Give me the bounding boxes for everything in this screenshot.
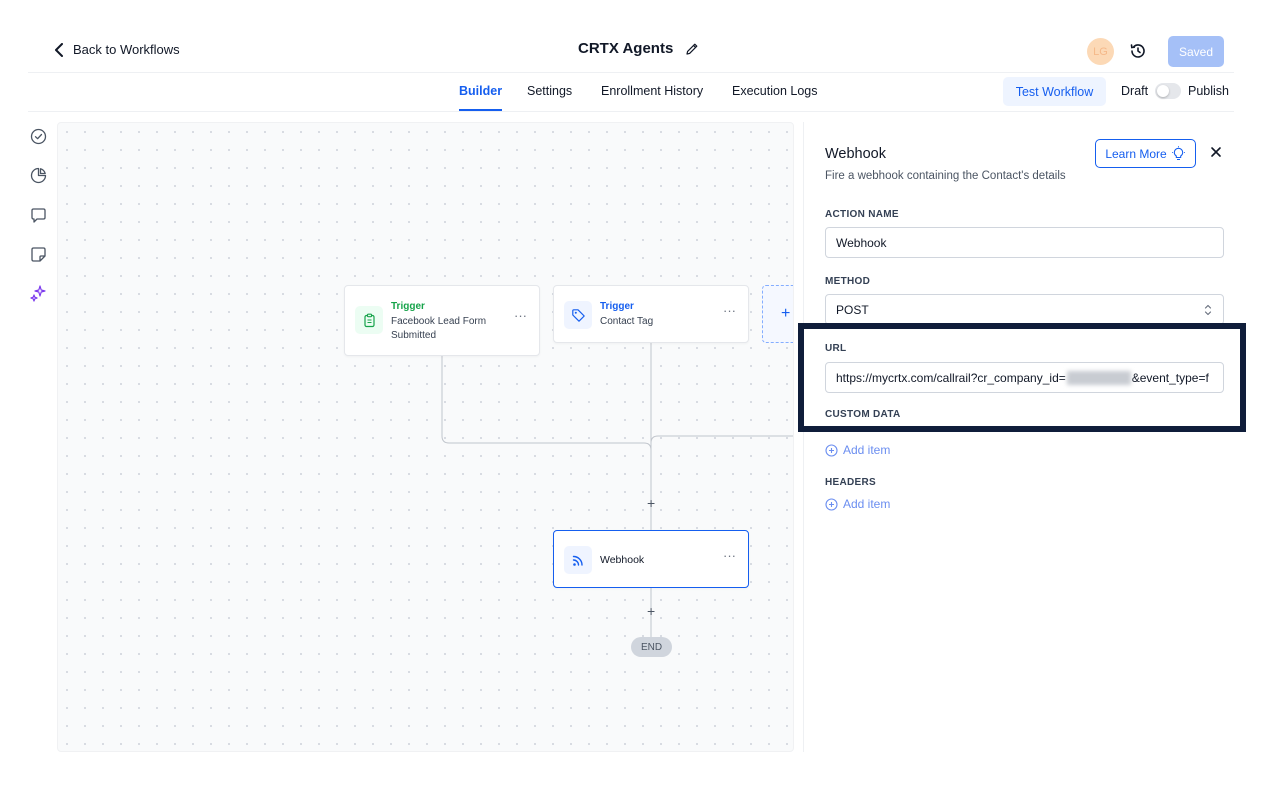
url-label: URL [825, 343, 847, 354]
action-node-webhook[interactable]: Webhook ··· [553, 530, 749, 588]
method-select[interactable]: POST [825, 294, 1224, 325]
clipboard-icon [355, 306, 383, 334]
custom-data-add-item-button[interactable]: Add item [825, 443, 890, 457]
add-step-plus-icon[interactable]: + [647, 603, 655, 619]
action-name-input[interactable]: Webhook [825, 227, 1224, 258]
sticky-note-icon[interactable] [30, 246, 47, 263]
back-to-workflows-link[interactable]: Back to Workflows [53, 42, 180, 57]
tab-settings[interactable]: Settings [527, 84, 572, 98]
headers-add-item-button[interactable]: Add item [825, 497, 890, 511]
message-icon[interactable] [30, 207, 47, 224]
trigger-node-contact-tag[interactable]: Trigger Contact Tag ··· [553, 285, 749, 343]
connector-lines [441, 343, 793, 637]
plus-circle-icon [825, 443, 838, 457]
more-options-icon[interactable]: ··· [723, 303, 736, 318]
tabs-bar: Builder Settings Enrollment History Exec… [28, 73, 1234, 112]
add-step-plus-icon[interactable]: + [647, 495, 655, 511]
panel-subtitle: Fire a webhook containing the Contact's … [825, 170, 1066, 182]
edit-pencil-icon[interactable] [685, 42, 699, 56]
method-value: POST [836, 302, 869, 317]
url-prefix-text: https://mycrtx.com/callrail?cr_company_i… [836, 370, 1066, 385]
add-item-label: Add item [843, 497, 891, 511]
more-options-icon[interactable]: ··· [514, 308, 527, 323]
url-input[interactable]: https://mycrtx.com/callrail?cr_company_i… [825, 362, 1224, 393]
back-label: Back to Workflows [73, 42, 180, 57]
panel-title: Webhook [825, 146, 886, 162]
redacted-company-id [1066, 370, 1131, 385]
add-item-label: Add item [843, 443, 891, 457]
trigger-node-facebook-lead-form[interactable]: Trigger Facebook Lead Form Submitted ··· [344, 285, 540, 356]
saved-button[interactable]: Saved [1168, 36, 1224, 67]
trigger-kind-label: Trigger [391, 301, 425, 312]
publish-toggle[interactable] [1155, 83, 1181, 99]
rss-icon [564, 546, 592, 574]
url-suffix-text: &event_type=f [1131, 370, 1209, 385]
more-options-icon[interactable]: ··· [723, 548, 736, 563]
workflow-title-group: CRTX Agents [578, 40, 699, 57]
add-trigger-button[interactable]: + [762, 285, 793, 343]
action-label: Webhook [600, 554, 645, 566]
learn-more-label: Learn More [1105, 146, 1167, 161]
end-marker: END [631, 637, 672, 657]
publish-label: Publish [1188, 84, 1229, 98]
top-bar: Back to Workflows CRTX Agents LG Saved [28, 28, 1234, 73]
tab-enrollment-history[interactable]: Enrollment History [601, 84, 703, 98]
action-name-label: ACTION NAME [825, 209, 899, 220]
workflow-title: CRTX Agents [578, 40, 674, 57]
history-icon[interactable] [1129, 42, 1147, 60]
headers-label: HEADERS [825, 477, 876, 488]
lightbulb-icon [1171, 146, 1185, 161]
chevron-left-icon [55, 42, 63, 57]
plus-circle-icon [825, 497, 838, 511]
pie-chart-icon[interactable] [30, 167, 47, 184]
draft-label: Draft [1121, 84, 1149, 98]
method-label: METHOD [825, 276, 871, 287]
chevron-up-down-icon [1204, 304, 1212, 316]
close-icon[interactable] [1210, 146, 1222, 158]
user-avatar[interactable]: LG [1087, 38, 1114, 65]
tag-icon [564, 301, 592, 329]
trigger-kind-label: Trigger [600, 301, 634, 312]
check-circle-icon[interactable] [30, 128, 47, 145]
trigger-description: Facebook Lead Form Submitted [391, 316, 487, 341]
tab-execution-logs[interactable]: Execution Logs [732, 84, 817, 98]
custom-data-label: CUSTOM DATA [825, 409, 901, 420]
action-config-panel: Webhook Fire a webhook containing the Co… [803, 122, 1233, 752]
tab-builder[interactable]: Builder [459, 84, 503, 111]
trigger-description: Contact Tag [600, 316, 654, 327]
learn-more-button[interactable]: Learn More [1095, 139, 1196, 168]
workflow-canvas[interactable]: Trigger Facebook Lead Form Submitted ···… [57, 122, 794, 752]
sparkles-icon[interactable] [30, 285, 47, 302]
test-workflow-button[interactable]: Test Workflow [1003, 77, 1106, 106]
